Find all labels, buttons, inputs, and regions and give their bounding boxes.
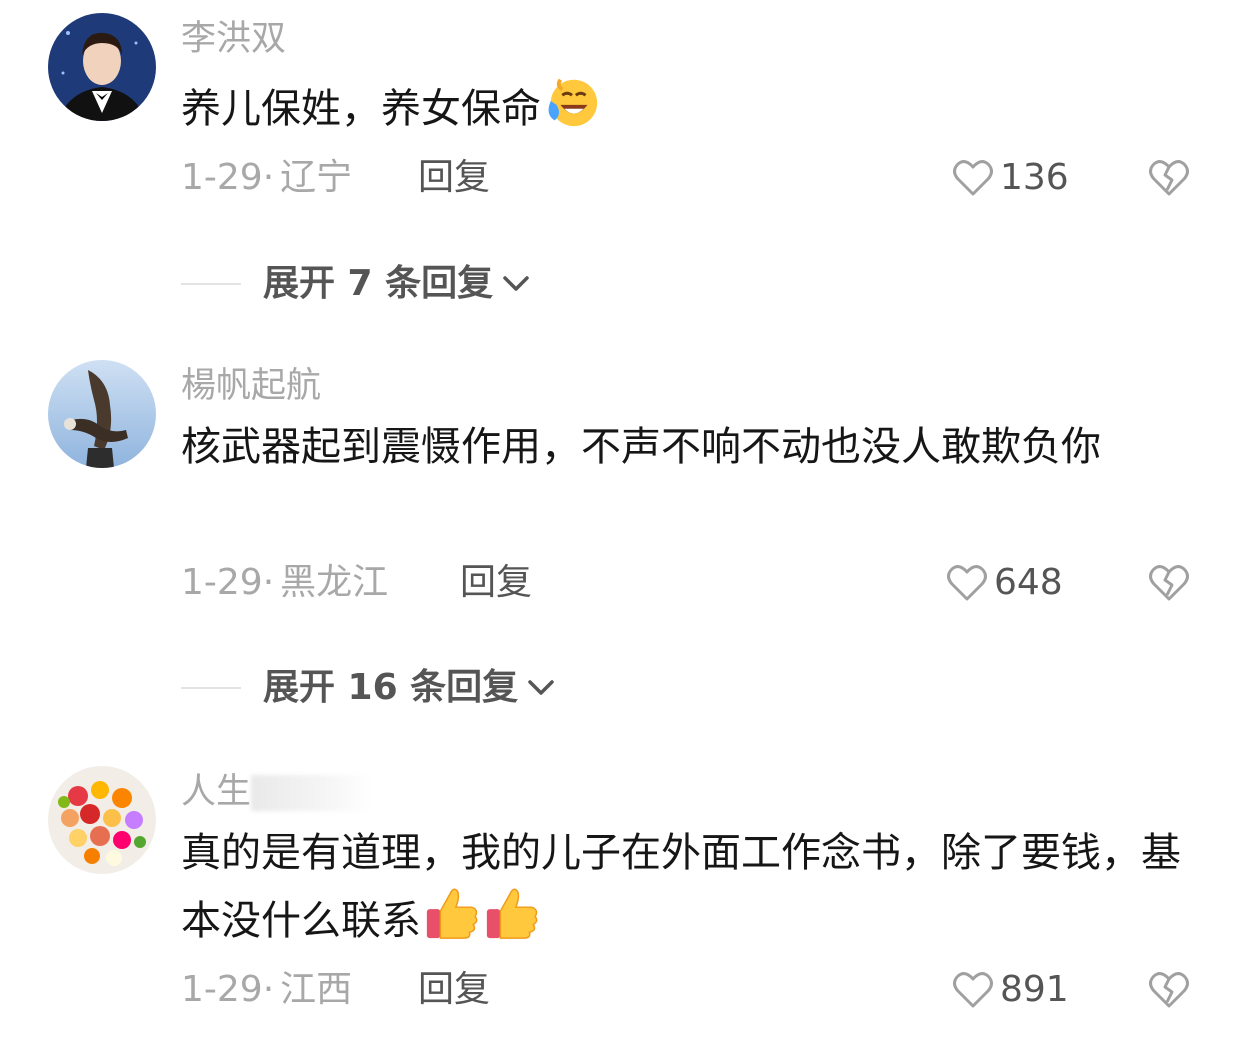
meta-separator: · (262, 562, 275, 603)
comment-text: 养儿保姓，养女保命 (181, 72, 1191, 140)
expand-replies-label: 展开 7 条回复 (263, 263, 494, 304)
comment-location: 辽宁 (280, 157, 353, 198)
comment-text: 真的是有道理，我的儿子在外面工作念书，除了要钱，基本没什么联系 (181, 822, 1191, 952)
comment-text-body: 养儿保姓，养女保命 (181, 86, 541, 132)
comment-date: 1-29 (181, 969, 263, 1010)
like-count: 136 (1000, 157, 1069, 198)
like-button[interactable]: 136 (952, 156, 1069, 200)
username-text: 人生 (181, 772, 252, 812)
avatar[interactable] (48, 360, 156, 468)
like-button[interactable]: 648 (946, 561, 1063, 605)
meta-separator: · (262, 969, 275, 1010)
laughing-tears-emoji (548, 78, 598, 127)
avatar-image (48, 766, 156, 874)
avatar[interactable] (48, 766, 156, 874)
comment-location: 黑龙江 (280, 562, 389, 603)
like-count: 648 (994, 562, 1063, 603)
heart-icon (953, 972, 993, 1008)
like-count: 891 (1000, 969, 1069, 1010)
comment-date: 1-29 (181, 562, 263, 603)
avatar-image (48, 360, 156, 468)
username[interactable]: 人生 (181, 770, 372, 814)
comment-text-body: 真的是有道理，我的儿子在外面工作念书，除了要钱，基本没什么联系 (181, 830, 1181, 944)
heart-icon (947, 565, 987, 601)
avatar-image (48, 13, 156, 121)
comment-text: 核武器起到震慑作用，不声不响不动也没人敢欺负你 (181, 424, 1101, 470)
reply-button[interactable]: 回复 (418, 156, 490, 200)
expand-replies-button[interactable]: 展开 16 条回复 (181, 666, 556, 710)
username[interactable]: 楊帆起航 (181, 364, 321, 408)
comment-location: 江西 (280, 969, 353, 1010)
comment-meta: 1-29· 江西 (181, 968, 352, 1012)
reply-button[interactable]: 回复 (460, 561, 532, 605)
broken-heart-icon[interactable] (1148, 970, 1190, 1010)
like-button[interactable]: 891 (952, 968, 1069, 1012)
meta-separator: · (262, 157, 275, 198)
divider-line (181, 687, 241, 689)
comment-date: 1-29 (181, 157, 263, 198)
chevron-down-icon (503, 276, 529, 291)
comment-meta: 1-29· 黑龙江 (181, 561, 388, 605)
username-redaction (251, 775, 372, 811)
heart-icon (953, 160, 993, 196)
avatar[interactable] (48, 13, 156, 121)
divider-line (181, 283, 241, 285)
username[interactable]: 李洪双 (181, 17, 286, 61)
expand-replies-label: 展开 16 条回复 (263, 667, 519, 708)
chevron-down-icon (528, 680, 554, 695)
expand-replies-button[interactable]: 展开 7 条回复 (181, 262, 531, 306)
comment-meta: 1-29· 辽宁 (181, 156, 352, 200)
reply-button[interactable]: 回复 (418, 968, 490, 1012)
thumbs-up-emoji (426, 888, 478, 939)
broken-heart-icon[interactable] (1148, 563, 1190, 603)
broken-heart-icon[interactable] (1148, 158, 1190, 198)
thumbs-up-emoji (486, 888, 538, 939)
